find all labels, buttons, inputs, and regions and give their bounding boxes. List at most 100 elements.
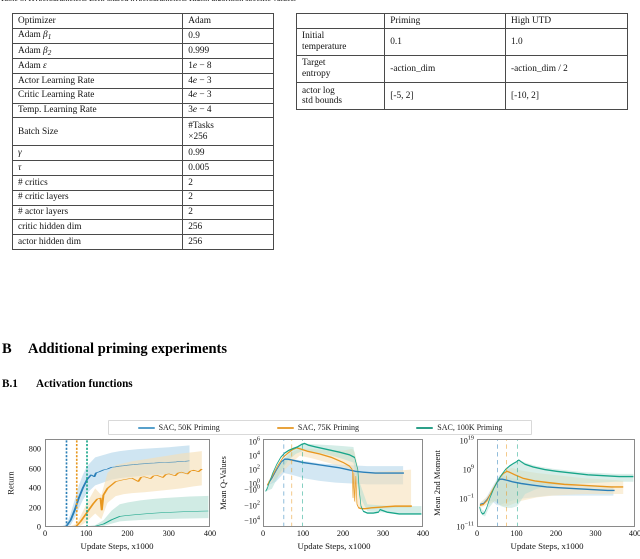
cell-high-utd: 1.0 (505, 27, 628, 56)
y-tick: 1019 (459, 434, 474, 446)
table-row: actor hidden dim 256 (11, 234, 274, 250)
param-name: Actor Learning Rate (11, 72, 184, 89)
y-tick: −102 (244, 499, 260, 511)
param-value: #Tasks ×256 (182, 117, 274, 147)
x-tick: 300 (589, 529, 602, 538)
param-value: 2 (182, 175, 274, 191)
x-tick: 0 (474, 529, 480, 538)
table-row: Adam β1 0.9 (11, 27, 274, 44)
x-tick: 400 (203, 529, 217, 538)
table-row: Optimizer Adam (11, 13, 274, 29)
param-name: Adam β2 (11, 42, 184, 60)
y-tick: 400 (28, 483, 41, 493)
y-tick: 106 (248, 435, 260, 447)
second-moment-plot-svg (479, 440, 634, 526)
legend-line-icon (416, 426, 434, 429)
param-name: # actor layers (11, 204, 184, 221)
row-label: Target entropy (295, 54, 386, 84)
section-heading-b: B Additional priming experiments (2, 341, 227, 358)
table-row: actor log std bounds [-5, 2] [-10, 2] (295, 82, 628, 111)
legend-item-sac-100k: SAC, 100K Priming (416, 423, 502, 432)
x-axis-label: Update Steps, x1000 (297, 541, 371, 551)
x-tick: 400 (416, 529, 430, 538)
y-tick: 0 (36, 522, 41, 532)
cell-high-utd: -action_dim / 2 (505, 54, 628, 84)
table-caption-truncated: Table 5: Hyperparameters. Left: shared h… (0, 0, 640, 1)
table-header-row: Priming High UTD (295, 13, 628, 29)
legend-line-icon (276, 426, 294, 429)
x-tick: 200 (336, 529, 350, 538)
return-plot-svg (59, 440, 209, 526)
table-body: Priming High UTD Initial temperature 0.1 … (295, 13, 628, 111)
x-tick: 100 (296, 529, 310, 538)
y-tick: 10−1 (459, 492, 474, 504)
y-tick: 800 (28, 444, 41, 454)
param-value: 1e − 8 (182, 58, 274, 74)
x-tick: 300 (376, 529, 390, 538)
x-axis-ticks: 0 100 200 300 400 (260, 529, 429, 540)
param-name: τ (11, 160, 184, 177)
algorithm-specific-table: Priming High UTD Initial temperature 0.1 … (295, 13, 628, 111)
param-name: actor hidden dim (11, 234, 184, 250)
x-tick: 0 (42, 529, 48, 538)
param-name: # critics (11, 175, 184, 191)
x-tick: 300 (162, 529, 175, 538)
param-name: Batch Size (11, 117, 184, 147)
param-name: Adam β1 (11, 27, 184, 44)
plot-area (477, 439, 635, 527)
param-value: 4e − 3 (182, 87, 274, 104)
q-values-plot-svg (265, 440, 422, 526)
table-row: # critic layers 2 (11, 189, 274, 206)
x-tick: 400 (628, 529, 640, 538)
param-name: Optimizer (11, 13, 184, 29)
x-axis-ticks: 0 100 200 300 400 (474, 529, 640, 540)
plot-area (263, 439, 423, 527)
y-axis-ticks: 1019 109 10−1 10−11 (442, 434, 476, 532)
x-tick: 200 (549, 529, 563, 538)
y-tick: −104 (244, 514, 260, 526)
column-header-blank (295, 13, 386, 29)
param-name: Temp. Learning Rate (11, 102, 184, 119)
x-tick: 100 (510, 529, 523, 538)
table-row: Actor Learning Rate 4e − 3 (11, 72, 274, 89)
column-header-high-utd: High UTD (505, 13, 628, 29)
table-row: γ 0.99 (11, 145, 274, 162)
chart-mean-q-values: Mean Q-Values 106 104 102 100 −100 −102 … (216, 435, 430, 559)
param-name: # critic layers (11, 189, 184, 206)
paper-page: Table 5: Hyperparameters. Left: shared h… (0, 0, 640, 559)
x-axis-label: Update Steps, x1000 (510, 541, 584, 551)
param-name: γ (11, 145, 184, 162)
cell-priming: [-5, 2] (384, 82, 507, 111)
shared-hyperparameters-table: Optimizer Adam Adam β1 0.9 Adam β2 0.999… (11, 13, 274, 250)
y-tick: 200 (28, 503, 41, 512)
section-title: Additional priming experiments (28, 341, 227, 357)
y-tick: 102 (248, 463, 260, 475)
table-row: Batch Size #Tasks ×256 (11, 117, 274, 147)
section-number: B (2, 341, 12, 357)
param-value: 0.999 (182, 42, 274, 60)
section-heading-b1: B.1 Activation functions (2, 378, 133, 390)
x-tick: 0 (260, 529, 266, 538)
chart-mean-2nd-moment: Mean 2nd Moment 1019 109 10−1 10−11 0 10… (430, 434, 640, 559)
param-value: 2 (182, 189, 274, 206)
plot-area (45, 439, 210, 527)
row-label: Initial temperature (295, 27, 386, 56)
subsection-title: Activation functions (36, 378, 133, 390)
legend-label: SAC, 50K Priming (158, 423, 220, 432)
y-axis-ticks: 106 104 102 100 −100 −102 −104 (228, 435, 262, 529)
legend-line-icon (137, 426, 155, 429)
figure-legend: SAC, 50K Priming SAC, 75K Priming SAC, 1… (108, 420, 532, 435)
x-axis-ticks: 0 100 200 300 400 (42, 529, 216, 540)
table-row: # actor layers 2 (11, 204, 274, 221)
figure-row: Return 0 200 400 600 800 0 100 200 300 4… (0, 434, 640, 559)
param-name: critic hidden dim (11, 219, 184, 236)
table-body: Optimizer Adam Adam β1 0.9 Adam β2 0.999… (11, 13, 274, 250)
param-name: Critic Learning Rate (11, 87, 184, 104)
subsection-number: B.1 (2, 378, 18, 390)
table-row: Adam β2 0.999 (11, 42, 274, 60)
column-header-priming: Priming (384, 13, 507, 29)
table-row: Initial temperature 0.1 1.0 (295, 27, 628, 56)
row-label: actor log std bounds (295, 82, 386, 111)
param-value: 0.99 (182, 145, 274, 162)
y-tick: 10−11 (456, 520, 474, 532)
